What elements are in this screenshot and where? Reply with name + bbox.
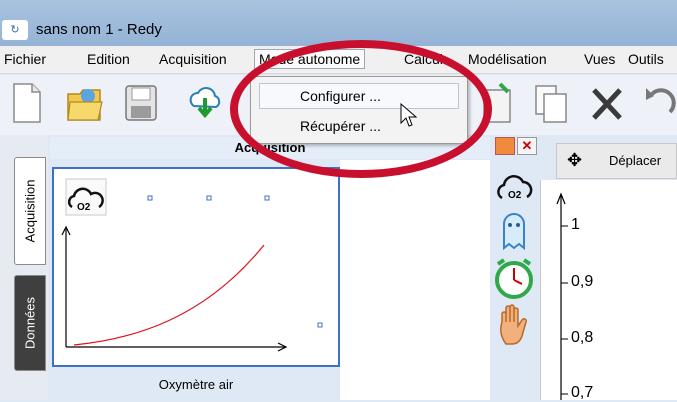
menu-fichier[interactable]: Fichier	[4, 51, 46, 67]
menu-acquisition[interactable]: Acquisition	[159, 51, 227, 67]
handle-point[interactable]	[264, 195, 270, 201]
tick-label: 0,8	[571, 329, 594, 346]
cloud-download-icon[interactable]	[186, 80, 224, 126]
move-icon: ✥	[567, 150, 583, 170]
graph-axis-area: 1 0,9 0,8 0,7	[540, 180, 677, 401]
y-axis	[556, 192, 568, 400]
tick-label: 0,7	[571, 384, 594, 401]
side-tab-strip: Acquisition Données	[0, 135, 48, 400]
tab-donnees[interactable]: Données	[14, 275, 46, 371]
handle-point[interactable]	[317, 322, 323, 328]
tab-acquisition[interactable]: Acquisition	[14, 157, 46, 265]
ghost-icon[interactable]	[494, 208, 534, 252]
svg-text:O2: O2	[77, 202, 91, 213]
svg-text:O2: O2	[508, 190, 522, 201]
undo-icon[interactable]	[640, 80, 677, 126]
menu-vues[interactable]: Vues	[584, 51, 615, 67]
copy-icon[interactable]	[532, 80, 570, 126]
menu-outils[interactable]: Outils	[628, 51, 664, 67]
clock-icon[interactable]	[492, 256, 536, 300]
move-label: Déplacer	[609, 153, 662, 168]
save-icon[interactable]	[122, 80, 160, 126]
tick-label: 1	[571, 216, 580, 233]
move-button[interactable]: ✥ Déplacer	[556, 143, 677, 179]
workspace-area	[340, 160, 490, 400]
handle-point[interactable]	[206, 195, 212, 201]
new-document-icon[interactable]	[8, 80, 46, 126]
app-icon: ↻	[2, 20, 28, 40]
sensor-preview[interactable]: O2	[52, 167, 340, 367]
preview-curve	[73, 244, 265, 346]
restore-button[interactable]	[495, 137, 515, 155]
open-folder-icon[interactable]	[66, 80, 104, 126]
tick-label: 0,9	[571, 273, 594, 290]
menu-modelisation[interactable]: Modélisation	[468, 51, 547, 67]
o2-cloud-icon[interactable]: O2	[494, 168, 534, 204]
handle-point[interactable]	[147, 195, 153, 201]
hand-icon[interactable]	[496, 304, 532, 346]
side-icon-column: O2	[488, 160, 540, 400]
o2-cloud-icon: O2	[65, 178, 107, 216]
menu-edition[interactable]: Edition	[87, 51, 130, 67]
sensor-label: Oxymètre air	[158, 377, 234, 392]
highlight-ellipse	[230, 40, 492, 178]
delete-icon[interactable]	[588, 80, 626, 126]
close-panel-button[interactable]: ✕	[517, 137, 537, 155]
preview-plot: O2	[61, 178, 323, 352]
window-title: sans nom 1 - Redy	[36, 21, 162, 38]
